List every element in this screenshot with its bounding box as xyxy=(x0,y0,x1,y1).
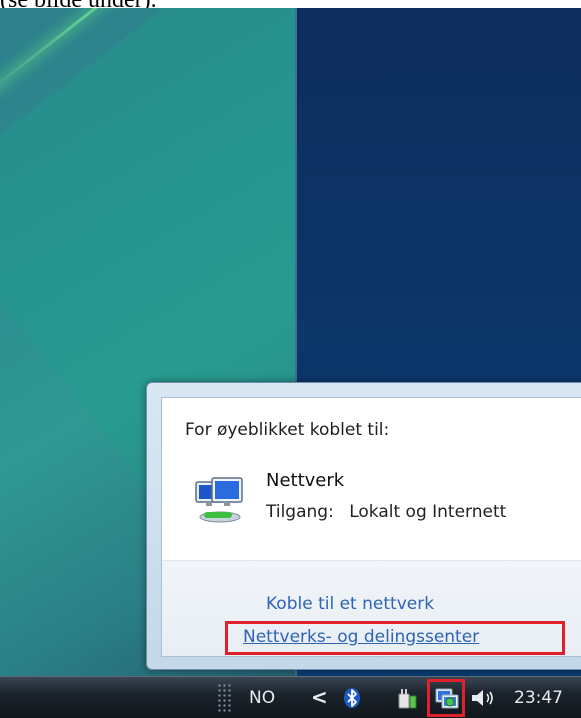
network-icon[interactable] xyxy=(435,687,459,711)
volume-icon[interactable] xyxy=(470,687,498,709)
connect-to-network-link[interactable]: Koble til et nettverk xyxy=(266,594,434,614)
taskbar-grip[interactable] xyxy=(217,683,233,713)
network-status-popup: For øyeblikket koblet til: Nettverk Tilg… xyxy=(146,382,581,670)
bluetooth-icon[interactable] xyxy=(342,687,362,709)
show-hidden-icons-chevron[interactable]: < xyxy=(311,685,328,709)
network-access-row: Tilgang: Lokalt og Internett xyxy=(266,502,506,522)
power-icon[interactable] xyxy=(396,686,418,710)
network-center-highlight: Nettverks- og delingssenter xyxy=(225,621,565,655)
access-value: Lokalt og Internett xyxy=(349,502,507,522)
taskbar-clock[interactable]: 23:47 xyxy=(514,688,563,708)
network-name: Nettverk xyxy=(266,470,345,491)
network-tray-highlight[interactable] xyxy=(427,679,465,717)
popup-heading: For øyeblikket koblet til: xyxy=(185,420,390,440)
network-computers-icon xyxy=(195,477,243,523)
desktop-background: For øyeblikket koblet til: Nettverk Tilg… xyxy=(0,8,581,676)
popup-content: For øyeblikket koblet til: Nettverk Tilg… xyxy=(161,397,581,657)
taskbar: NO < 23:47 xyxy=(0,676,581,718)
network-sharing-center-link[interactable]: Nettverks- og delingssenter xyxy=(243,627,479,647)
language-indicator[interactable]: NO xyxy=(249,688,275,708)
access-label: Tilgang: xyxy=(266,502,334,522)
